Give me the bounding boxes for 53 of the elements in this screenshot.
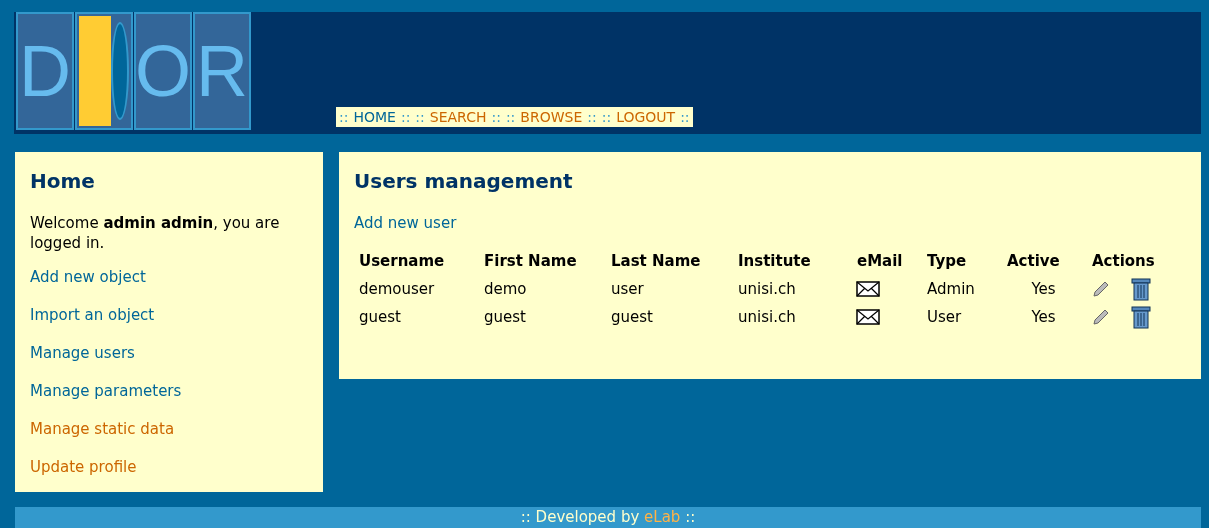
- nav-separator: ::: [339, 107, 349, 127]
- table-cell-text: unisi.ch: [737, 278, 797, 300]
- table-cell-text: user: [610, 278, 645, 300]
- column-header: First Name: [483, 251, 578, 272]
- column-header: Actions: [1091, 251, 1156, 272]
- nav-separator: ::: [587, 107, 597, 127]
- nav-separator: ::: [400, 107, 411, 127]
- table-cell-text: unisi.ch: [737, 307, 797, 328]
- nav-separator: ::: [601, 107, 612, 127]
- logo-letter: R: [193, 12, 251, 130]
- column-header: Last Name: [610, 251, 702, 272]
- column-header: Username: [358, 251, 446, 272]
- welcome-text: Welcome admin admin, you are logged in.: [30, 213, 281, 253]
- nav-separator: ::: [491, 107, 501, 127]
- logo-letter: D: [16, 12, 74, 130]
- nav-link[interactable]: LOGOUT: [616, 106, 676, 128]
- add-user-link[interactable]: Add new user: [354, 212, 457, 235]
- envelope-icon[interactable]: [856, 309, 880, 326]
- table-cell-text: Yes: [1030, 307, 1057, 328]
- table-cell-text: User: [926, 307, 963, 328]
- nav-separator: ::: [505, 107, 516, 127]
- nav-link[interactable]: SEARCH: [429, 106, 487, 128]
- envelope-icon[interactable]: [856, 280, 880, 297]
- nav-separator: ::: [680, 107, 690, 127]
- column-header: Active: [1006, 251, 1061, 272]
- door-icon: [75, 12, 133, 130]
- nav-link[interactable]: BROWSE: [520, 106, 583, 128]
- trash-icon[interactable]: [1131, 276, 1151, 301]
- sidebar-link[interactable]: Import an object: [30, 306, 155, 324]
- page-title: Users management: [354, 168, 574, 194]
- column-header: eMail: [856, 251, 904, 272]
- table-cell-text: demouser: [358, 278, 436, 300]
- nav-separator: ::: [415, 107, 425, 127]
- sidebar-link[interactable]: Manage users: [30, 344, 135, 362]
- sidebar-link[interactable]: Update profile: [30, 458, 137, 476]
- table-cell-text: Admin: [926, 278, 976, 300]
- sidebar-title: Home: [30, 168, 96, 194]
- column-header: Type: [926, 251, 968, 272]
- column-header: Institute: [737, 251, 812, 272]
- table-cell-text: guest: [610, 307, 654, 328]
- footer-text: :: Developed by: [520, 508, 640, 526]
- sidebar-link[interactable]: Manage parameters: [30, 382, 182, 400]
- trash-icon[interactable]: [1131, 305, 1151, 330]
- nav-link[interactable]: HOME: [353, 106, 396, 128]
- pencil-icon[interactable]: [1091, 307, 1111, 328]
- sidebar-link[interactable]: Add new object: [30, 268, 146, 286]
- logo-letter: O: [134, 12, 192, 130]
- table-cell-text: demo: [483, 278, 528, 300]
- table-cell-text: Yes: [1030, 278, 1057, 300]
- table-cell-text: guest: [358, 307, 402, 328]
- footer-text: ::: [685, 508, 696, 526]
- table-cell-text: guest: [483, 307, 527, 328]
- sidebar-link[interactable]: Manage static data: [30, 420, 175, 438]
